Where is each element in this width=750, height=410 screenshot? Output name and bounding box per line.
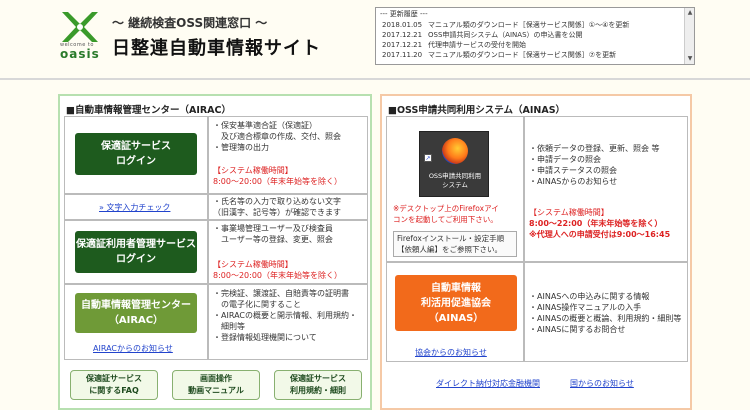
logo-name: oasis — [60, 47, 100, 61]
hoshosho-description: ・保安基準適合証（保適証） 及び適合標章の作成、交付、照会 ・管理簿の出力 — [213, 121, 341, 152]
airac-cell: 自動車情報管理センター （AIRAC） AIRACからのお知らせ — [64, 284, 208, 360]
oss-app-description: ・依頼データの登録、更新、照会 等 ・申請データの照会 ・申請ステータスの照会 … — [529, 144, 660, 186]
scroll-down-icon[interactable]: ▼ — [686, 55, 694, 63]
hoshosho-status: 【システム稼働時間】 8:00～20:00（年末年始等を除く） — [213, 166, 343, 186]
char-check-desc-cell: ・氏名等の入力で取り込めない文字 （旧漢字、記号等）が確認できます — [208, 194, 368, 220]
site-logo[interactable]: welcome to oasis — [58, 10, 102, 62]
news-item[interactable]: 2017.11.20 マニュアル類のダウンロード［保適サービス関係］⑦を更新 — [376, 50, 694, 60]
oss-app-cell: ↗ OSS申請共同利用 システム ※デスクトップ上のFirefoxアイ コンを起… — [386, 116, 524, 262]
scroll-up-icon[interactable]: ▲ — [686, 9, 694, 17]
site-subtitle: ～ 継続検査OSS関連窓口 ～ — [112, 16, 268, 30]
news-scrollbar[interactable]: ▲ ▼ — [684, 8, 694, 64]
user-mgmt-cell: 保適証利用者管理サービス ログイン — [64, 220, 208, 284]
news-item[interactable]: 2018.01.05 マニュアル類のダウンロード［保適サービス関係］①～④を更新 — [376, 20, 694, 30]
airac-button[interactable]: 自動車情報管理センター （AIRAC） — [75, 293, 197, 333]
hoshosho-desc-cell: ・保安基準適合証（保適証） 及び適合標章の作成、交付、照会 ・管理簿の出力 【シ… — [208, 116, 368, 194]
government-news-link[interactable]: 国からのお知らせ — [570, 378, 634, 389]
airac-desc-cell: ・完検証、譲渡証、自賠責等の証明書 の電子化に関すること ・AIRACの概要と開… — [208, 284, 368, 360]
faq-button[interactable]: 保適証サービス に関するFAQ — [70, 370, 158, 400]
user-mgmt-login-button[interactable]: 保適証利用者管理サービス ログイン — [75, 231, 197, 273]
terms-button[interactable]: 保適証サービス 利用規約・細則 — [274, 370, 362, 400]
news-item[interactable]: 2017.12.21 OSS申請共同システム（AINAS）の申込書を公開 — [376, 30, 694, 40]
ainas-cell: 自動車情報 利活用促進協会 （AINAS） 協会からのお知らせ — [386, 262, 524, 362]
oss-app-desc-cell: ・依頼データの登録、更新、照会 等 ・申請データの照会 ・申請ステータスの照会 … — [524, 116, 688, 262]
oss-app-status: 【システム稼働時間】 8:00～22:00（年末年始等を除く） ※代理人への申請… — [529, 208, 671, 239]
ainas-desc-cell: ・AINASへの申込みに関する情報 ・AINAS操作マニュアルの入手 ・AINA… — [524, 262, 688, 362]
site-title: 日整連自動車情報サイト — [112, 38, 321, 59]
oasis-logo-icon — [62, 12, 98, 42]
hoshosho-login-button[interactable]: 保適証サービス ログイン — [75, 133, 197, 175]
header-divider — [0, 78, 750, 80]
char-check-link[interactable]: » 文字入力チェック — [99, 202, 170, 213]
ainas-news-link[interactable]: 協会からのお知らせ — [415, 347, 487, 358]
news-heading: --- 更新履歴 --- — [380, 10, 428, 18]
char-check-cell: » 文字入力チェック — [64, 194, 208, 220]
user-mgmt-status: 【システム稼働時間】 8:00～20:00（年末年始等を除く） — [213, 260, 343, 280]
user-mgmt-desc-cell: ・事業場管理ユーザー及び検査員 ユーザー等の登録、変更、照会 【システム稼働時間… — [208, 220, 368, 284]
ainas-description: ・AINASへの申込みに関する情報 ・AINAS操作マニュアルの入手 ・AINA… — [529, 292, 682, 334]
shortcut-arrow-icon: ↗ — [424, 154, 432, 162]
news-history-box[interactable]: --- 更新履歴 --- 2018.01.05 マニュアル類のダウンロード［保適サ… — [375, 7, 695, 65]
airac-news-link[interactable]: AIRACからのお知らせ — [93, 343, 173, 354]
desktop-note: ※デスクトップ上のFirefoxアイ コンを起動してご利用下さい。 — [393, 204, 499, 224]
news-item[interactable]: 2017.12.21 代理申請サービスの受付を開始 — [376, 40, 694, 50]
firefox-install-note[interactable]: Firefoxインストール・設定手順 【依頼人編】をご参照下さい。 — [393, 231, 517, 257]
ainas-panel-title: ■OSS申請共同利用システム（AINAS） — [388, 105, 566, 116]
ainas-panel: ■OSS申請共同利用システム（AINAS） ↗ OSS申請共同利用 システム ※… — [380, 94, 692, 410]
user-mgmt-description: ・事業場管理ユーザー及び検査員 ユーザー等の登録、変更、照会 — [213, 224, 333, 244]
oss-app-shortcut[interactable]: ↗ OSS申請共同利用 システム — [419, 131, 489, 197]
airac-panel: ■自動車情報管理センター（AIRAC） 保適証サービス ログイン ・保安基準適合… — [58, 94, 372, 410]
video-manual-button[interactable]: 画面操作 動画マニュアル — [172, 370, 260, 400]
airac-panel-title: ■自動車情報管理センター（AIRAC） — [66, 105, 232, 116]
hoshosho-cell: 保適証サービス ログイン — [64, 116, 208, 194]
firefox-icon — [442, 138, 468, 164]
airac-description: ・完検証、譲渡証、自賠責等の証明書 の電子化に関すること ・AIRACの概要と開… — [213, 289, 357, 342]
ainas-button[interactable]: 自動車情報 利活用促進協会 （AINAS） — [395, 275, 517, 331]
char-check-description: ・氏名等の入力で取り込めない文字 （旧漢字、記号等）が確認できます — [213, 197, 341, 217]
direct-payment-bank-link[interactable]: ダイレクト納付対応金融機関 — [436, 378, 540, 389]
